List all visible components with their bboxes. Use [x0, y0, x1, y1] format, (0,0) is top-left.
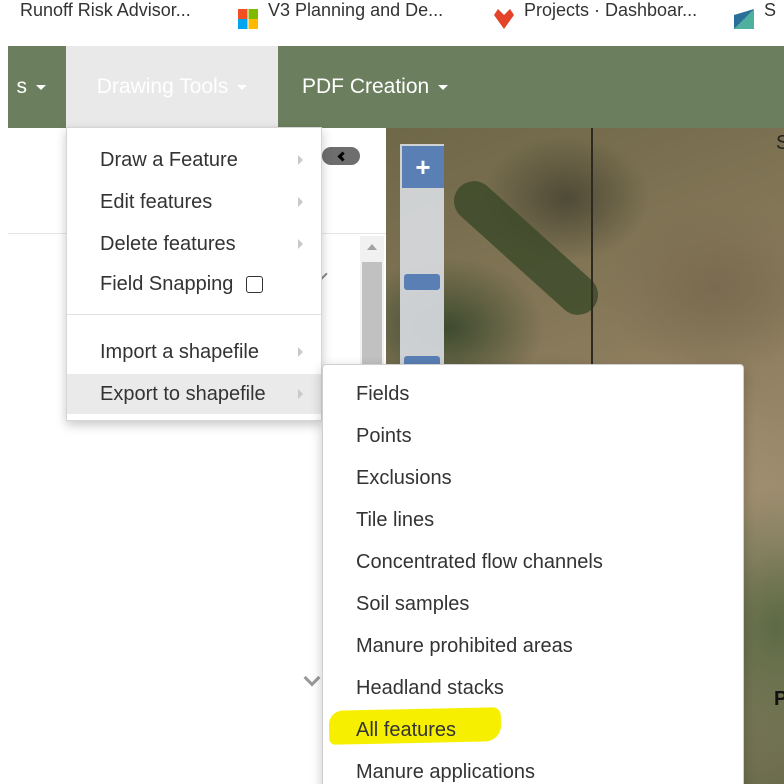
caret-right-icon	[298, 197, 303, 207]
menu-item-draw-feature[interactable]: Draw a Feature	[67, 140, 321, 180]
field-snapping-checkbox[interactable]	[246, 275, 264, 293]
caret-down-icon	[237, 84, 248, 90]
menu-item-delete-features[interactable]: Delete features	[67, 224, 321, 264]
export-shapefile-submenu: Fields Points Exclusions Tile lines Conc…	[322, 364, 744, 784]
menu-item-import-shapefile[interactable]: Import a shapefile	[67, 332, 321, 372]
submenu-item-tile-lines[interactable]: Tile lines	[323, 499, 743, 541]
menu-item-field-snapping[interactable]: Field Snapping	[67, 264, 321, 304]
plus-icon: +	[415, 151, 431, 182]
submenu-item-exclusions[interactable]: Exclusions	[323, 457, 743, 499]
menu-divider	[67, 314, 321, 315]
menu-item-label: Field Snapping	[100, 272, 234, 295]
caret-right-icon	[298, 155, 303, 165]
submenu-item-points[interactable]: Points	[323, 415, 743, 457]
bookmark-label: Projects · Dashboar...	[524, 0, 698, 20]
submenu-item-label: Exclusions	[356, 466, 452, 489]
submenu-item-label: Soil samples	[356, 592, 470, 615]
bookmark-projects-dashboard[interactable]: Projects · Dashboar...	[494, 0, 698, 36]
collapse-panel-button[interactable]	[322, 147, 360, 165]
bookmark-icon	[0, 9, 10, 29]
menu-item-label: Edit features	[100, 190, 213, 213]
nav-drawing-tools[interactable]: Drawing Tools	[66, 46, 278, 128]
bookmark-label: Runoff Risk Advisor...	[20, 0, 191, 20]
nav-label: PDF Creation	[302, 75, 430, 98]
microsoft-icon	[238, 9, 258, 29]
app-navbar: s Drawing Tools PDF Creation	[8, 46, 784, 128]
bookmark-runoff-risk[interactable]: Runoff Risk Advisor...	[0, 0, 191, 36]
caret-right-icon	[298, 389, 303, 399]
bookmark-s[interactable]: S	[734, 0, 777, 36]
nav-menu-partial[interactable]: s	[0, 46, 50, 128]
zoom-slider-handle[interactable]	[404, 274, 440, 290]
bookmark-v3-planning[interactable]: V3 Planning and De...	[238, 0, 444, 36]
submenu-item-manure-applications[interactable]: Manure applications	[323, 751, 743, 784]
zoom-in-button[interactable]: +	[402, 146, 444, 188]
caret-down-icon	[36, 84, 46, 90]
menu-item-export-shapefile[interactable]: Export to shapefile	[67, 374, 321, 414]
submenu-item-fields[interactable]: Fields	[323, 373, 743, 415]
menu-item-label: Draw a Feature	[100, 148, 238, 171]
nav-pdf-creation[interactable]: PDF Creation	[302, 46, 492, 128]
submenu-item-flow-channels[interactable]: Concentrated flow channels	[323, 541, 743, 583]
bookmark-icon	[734, 9, 754, 29]
submenu-item-label: Points	[356, 424, 412, 447]
bookmarks-bar: Runoff Risk Advisor... V3 Planning and D…	[0, 0, 784, 46]
map-field-boundary	[591, 128, 593, 368]
submenu-item-label: Manure prohibited areas	[356, 634, 573, 657]
menu-item-label: Import a shapefile	[100, 340, 259, 363]
menu-item-edit-features[interactable]: Edit features	[67, 182, 321, 222]
caret-right-icon	[298, 239, 303, 249]
submenu-item-label: Headland stacks	[356, 676, 504, 699]
caret-down-icon	[438, 84, 449, 90]
submenu-item-label: All features	[356, 718, 457, 741]
nav-label: s	[16, 75, 28, 98]
menu-item-label: Export to shapefile	[100, 382, 266, 405]
submenu-item-label: Manure applications	[356, 760, 535, 783]
submenu-item-label: Fields	[356, 382, 410, 405]
bookmark-label: S	[764, 0, 777, 20]
submenu-item-manure-prohibited[interactable]: Manure prohibited areas	[323, 625, 743, 667]
scroll-up-arrow-icon[interactable]	[367, 244, 377, 250]
drawing-tools-menu: Draw a Feature Edit features Delete feat…	[66, 127, 322, 421]
map-edge-label: S	[776, 132, 784, 154]
chevron-left-icon	[337, 151, 348, 161]
submenu-item-label: Tile lines	[356, 508, 435, 531]
bookmark-label: V3 Planning and De...	[268, 0, 444, 20]
map-tree-line	[445, 172, 607, 324]
menu-item-label: Delete features	[100, 232, 236, 255]
submenu-item-label: Concentrated flow channels	[356, 550, 603, 573]
map-edge-label: P	[774, 688, 784, 710]
caret-right-icon	[298, 347, 303, 357]
submenu-item-headland-stacks[interactable]: Headland stacks	[323, 667, 743, 709]
submenu-item-all-features[interactable]: All features	[323, 709, 743, 751]
gitlab-icon	[494, 9, 514, 29]
submenu-item-soil-samples[interactable]: Soil samples	[323, 583, 743, 625]
nav-label: Drawing Tools	[96, 75, 229, 98]
